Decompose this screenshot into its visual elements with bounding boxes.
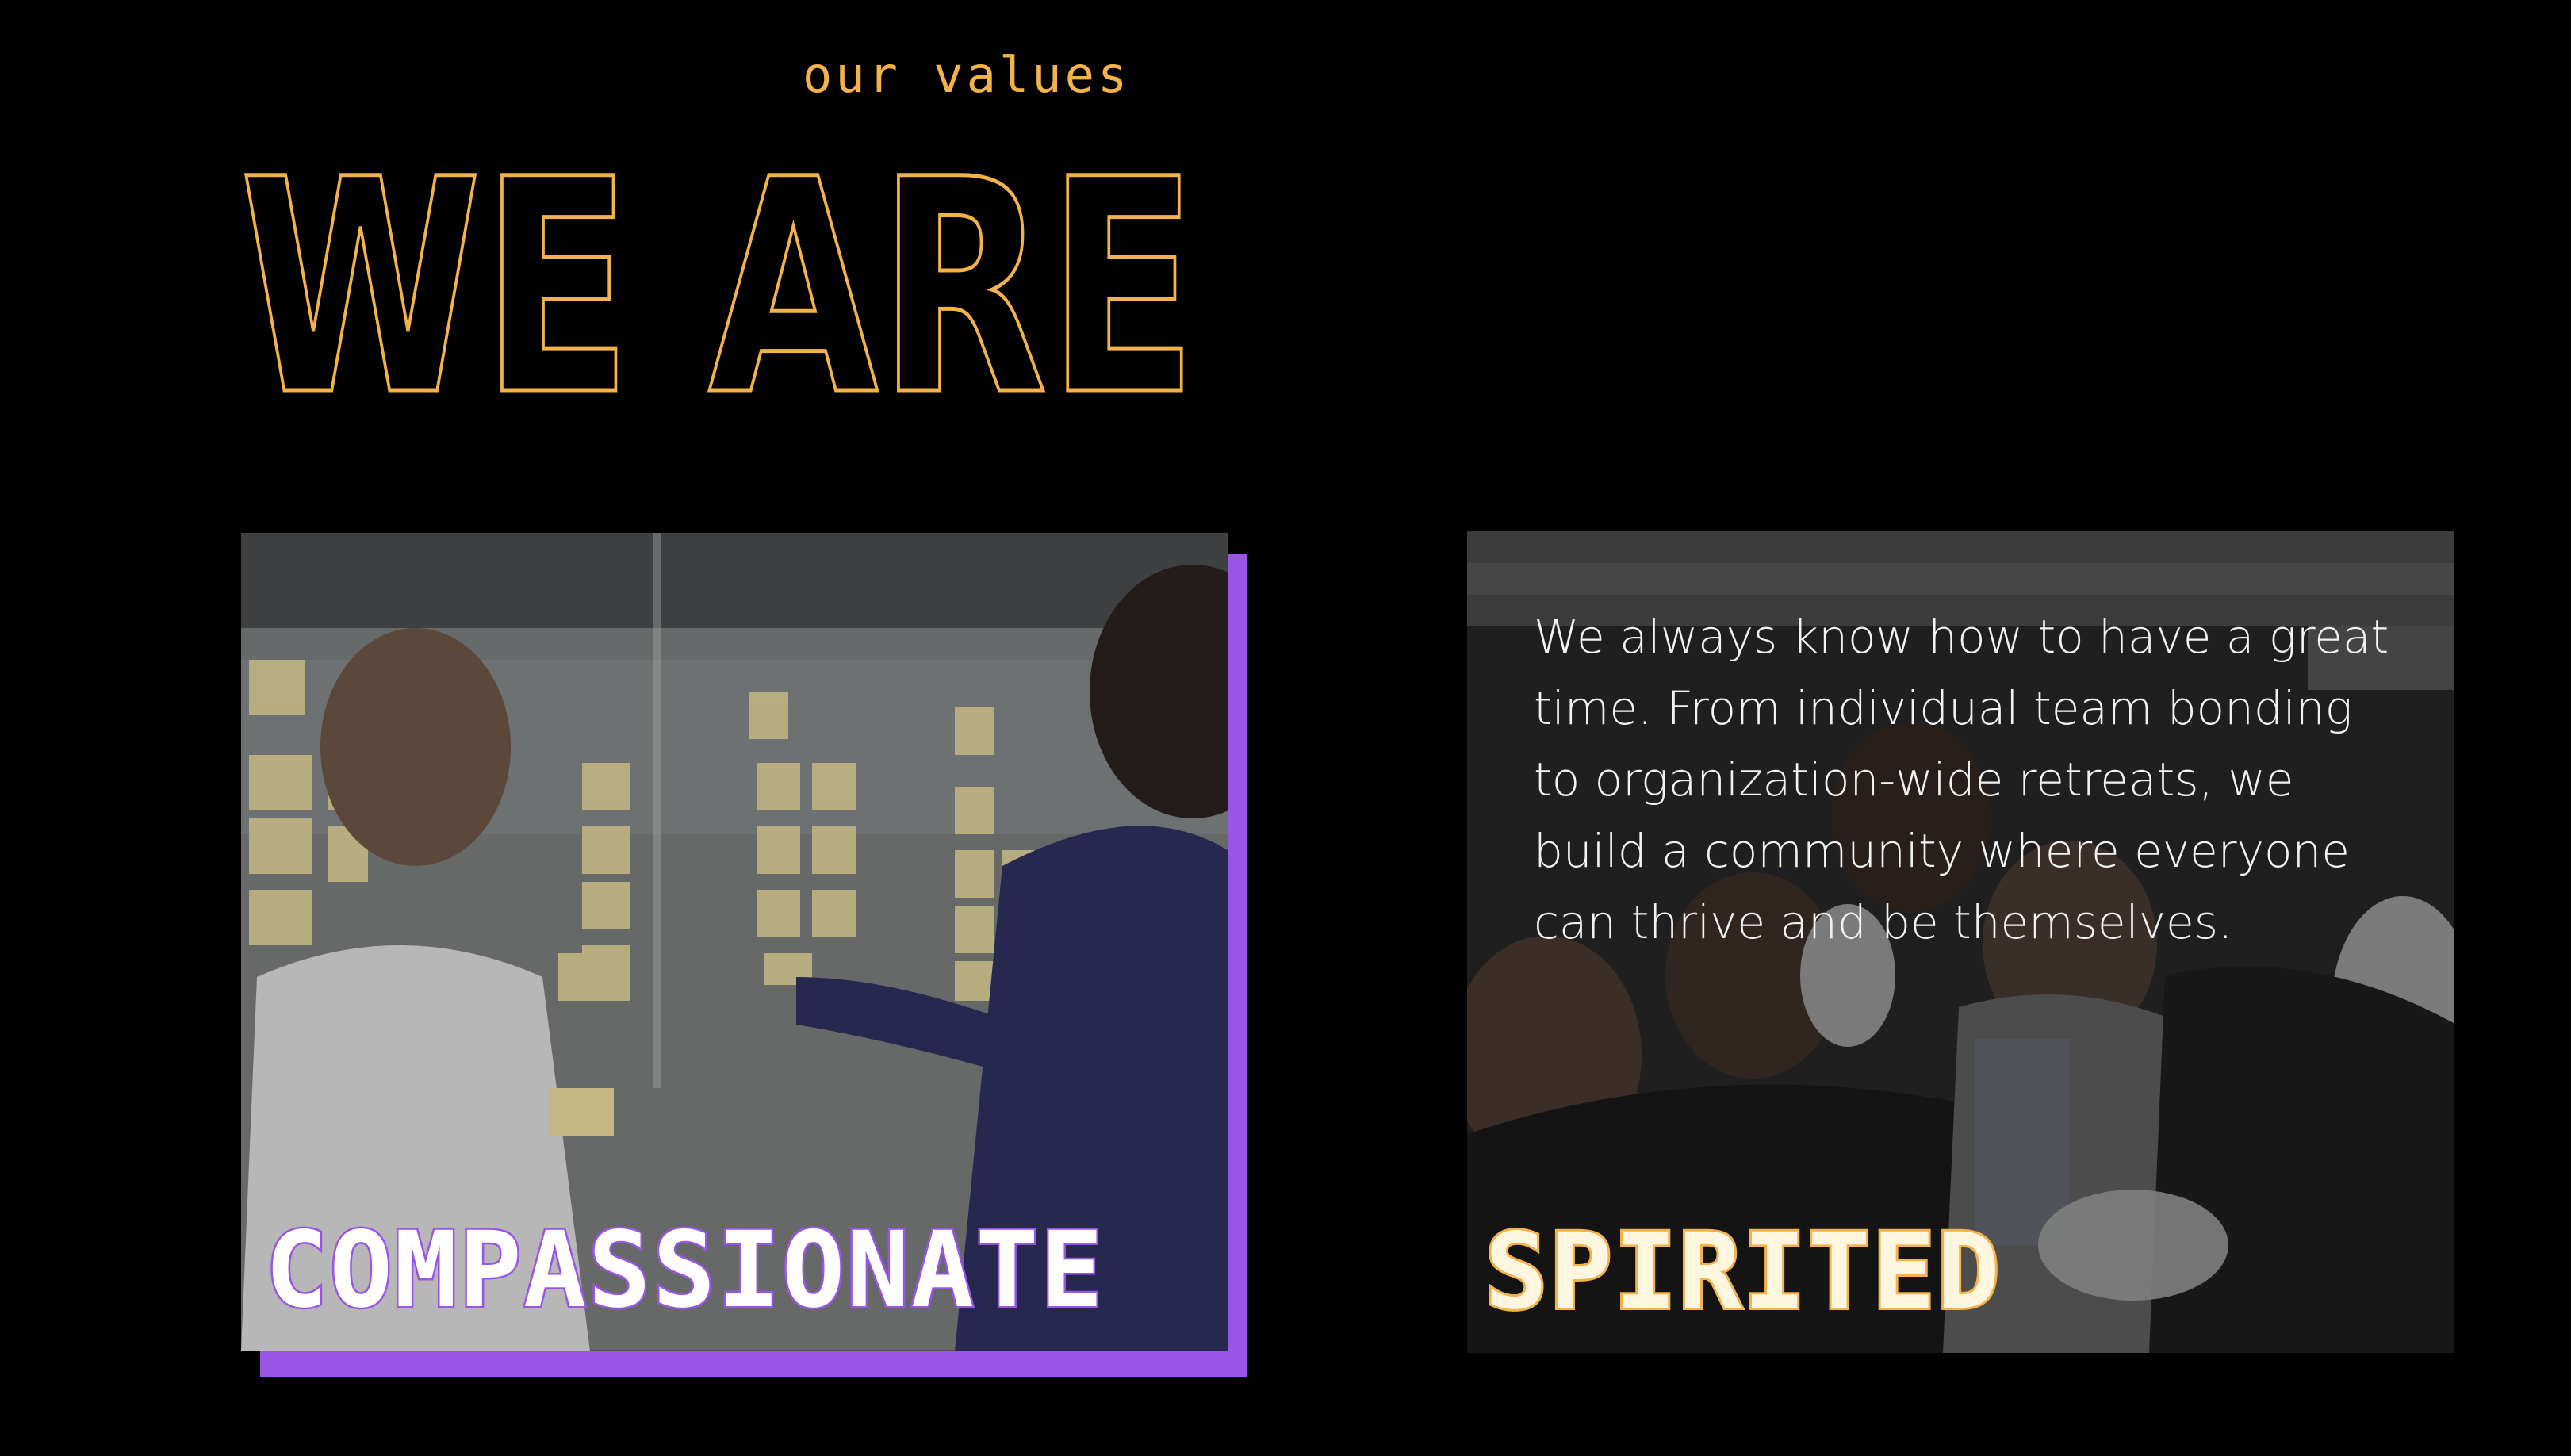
card-accent-shadow — [260, 1351, 1247, 1377]
value-description: We always know how to have a great time.… — [1534, 610, 2389, 949]
value-label: SPIRITED — [1482, 1211, 2002, 1333]
card-accent-shadow — [1228, 554, 1247, 1377]
section-headline: WE ARE — [235, 155, 1202, 409]
headline-text: WE ARE — [239, 155, 1197, 409]
section-eyebrow: our values — [803, 46, 1131, 104]
value-card-spirited: We always know how to have a great time.… — [1467, 531, 2454, 1353]
value-label: COMPASSIONATE — [262, 1209, 1105, 1331]
value-card-compassionate: COMPASSIONATE — [241, 533, 1228, 1351]
